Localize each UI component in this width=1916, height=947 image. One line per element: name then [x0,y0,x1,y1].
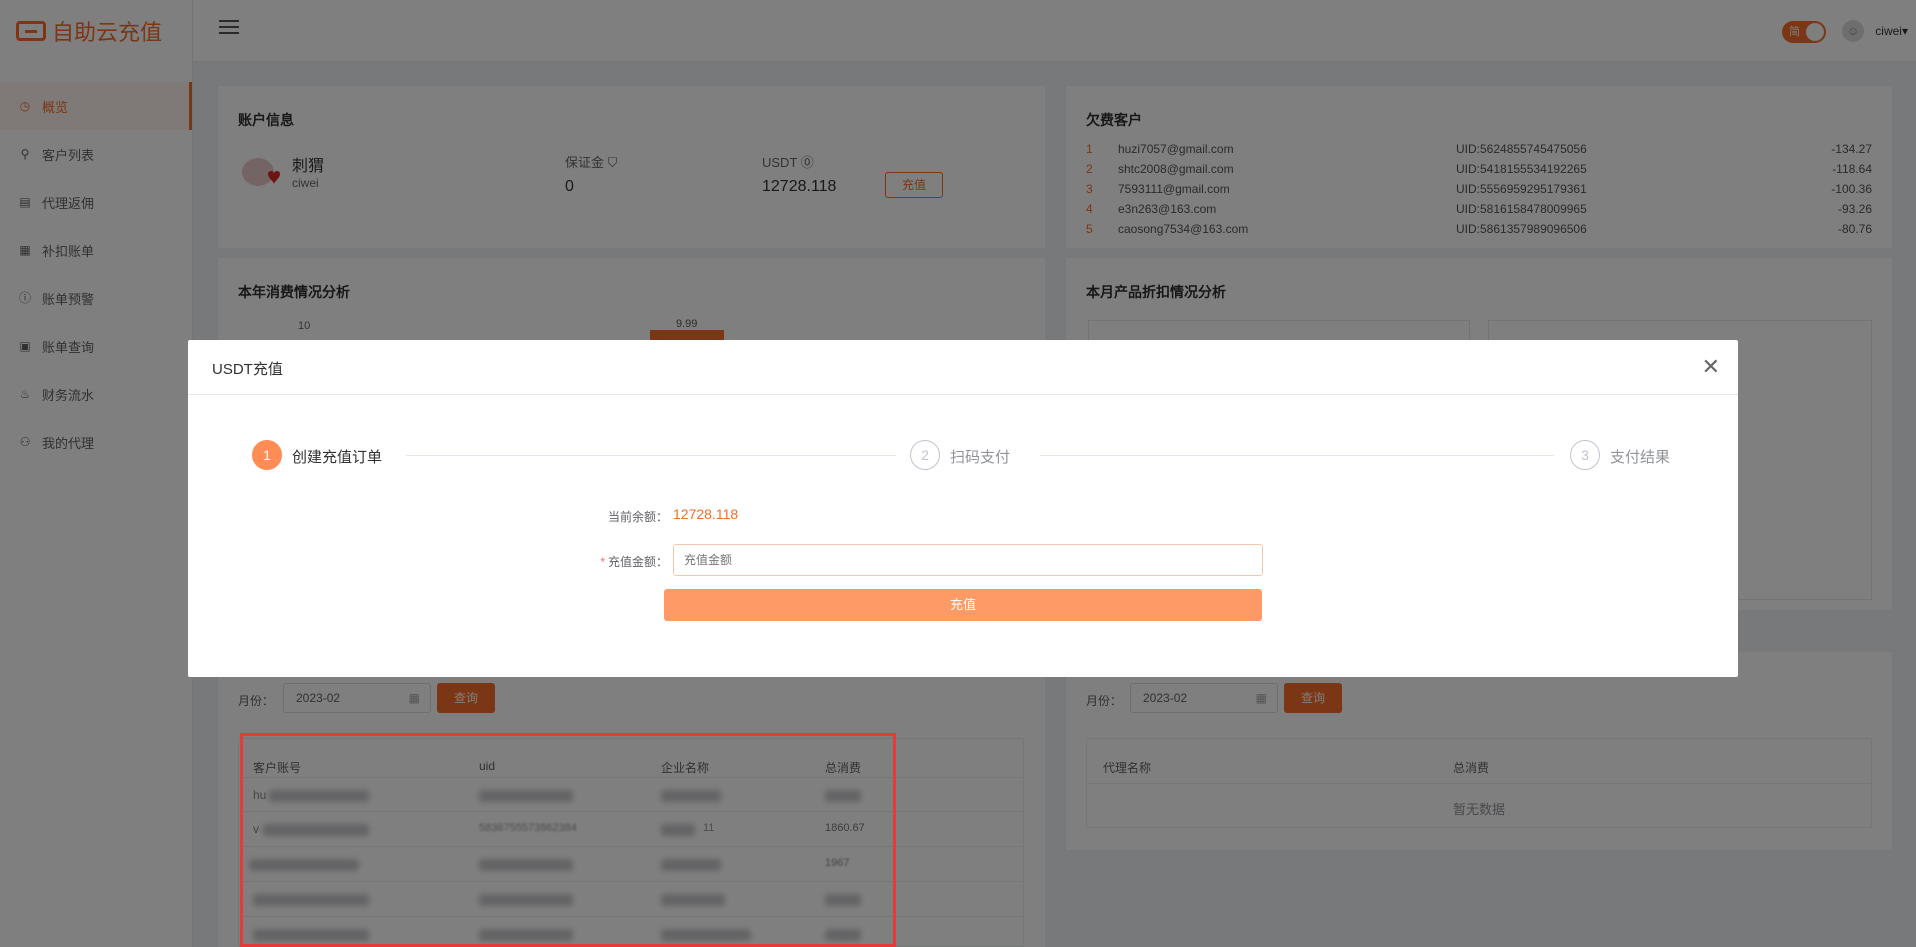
required-mark: * [600,555,605,569]
step-label: 创建充值订单 [292,449,383,466]
step-label: 扫码支付 [950,449,1011,466]
dialog-title: USDT充值 [212,361,283,378]
submit-recharge-button[interactable]: 充值 [664,589,1262,621]
close-icon[interactable]: ✕ [1702,354,1720,380]
step-divider [1040,455,1554,456]
balance-label: 当前余额： [607,510,668,524]
amount-input[interactable] [673,544,1263,576]
step-divider [406,455,896,456]
dialog-header: USDT充值 ✕ [188,340,1738,395]
steps-indicator: 1 创建充值订单 2 扫码支付 3 支付结果 [252,440,1672,470]
balance-value: 12728.118 [673,506,739,522]
amount-label: * 充值金额： [568,553,668,570]
amount-label-text: 充值金额： [607,555,668,569]
step-number: 3 [1570,440,1600,470]
step-number: 1 [252,440,282,470]
usdt-recharge-dialog: USDT充值 ✕ 1 创建充值订单 2 扫码支付 3 支付结果 当前余额： 12… [188,340,1738,677]
highlight-frame [240,733,896,947]
step-number: 2 [910,440,940,470]
step-label: 支付结果 [1610,449,1671,466]
